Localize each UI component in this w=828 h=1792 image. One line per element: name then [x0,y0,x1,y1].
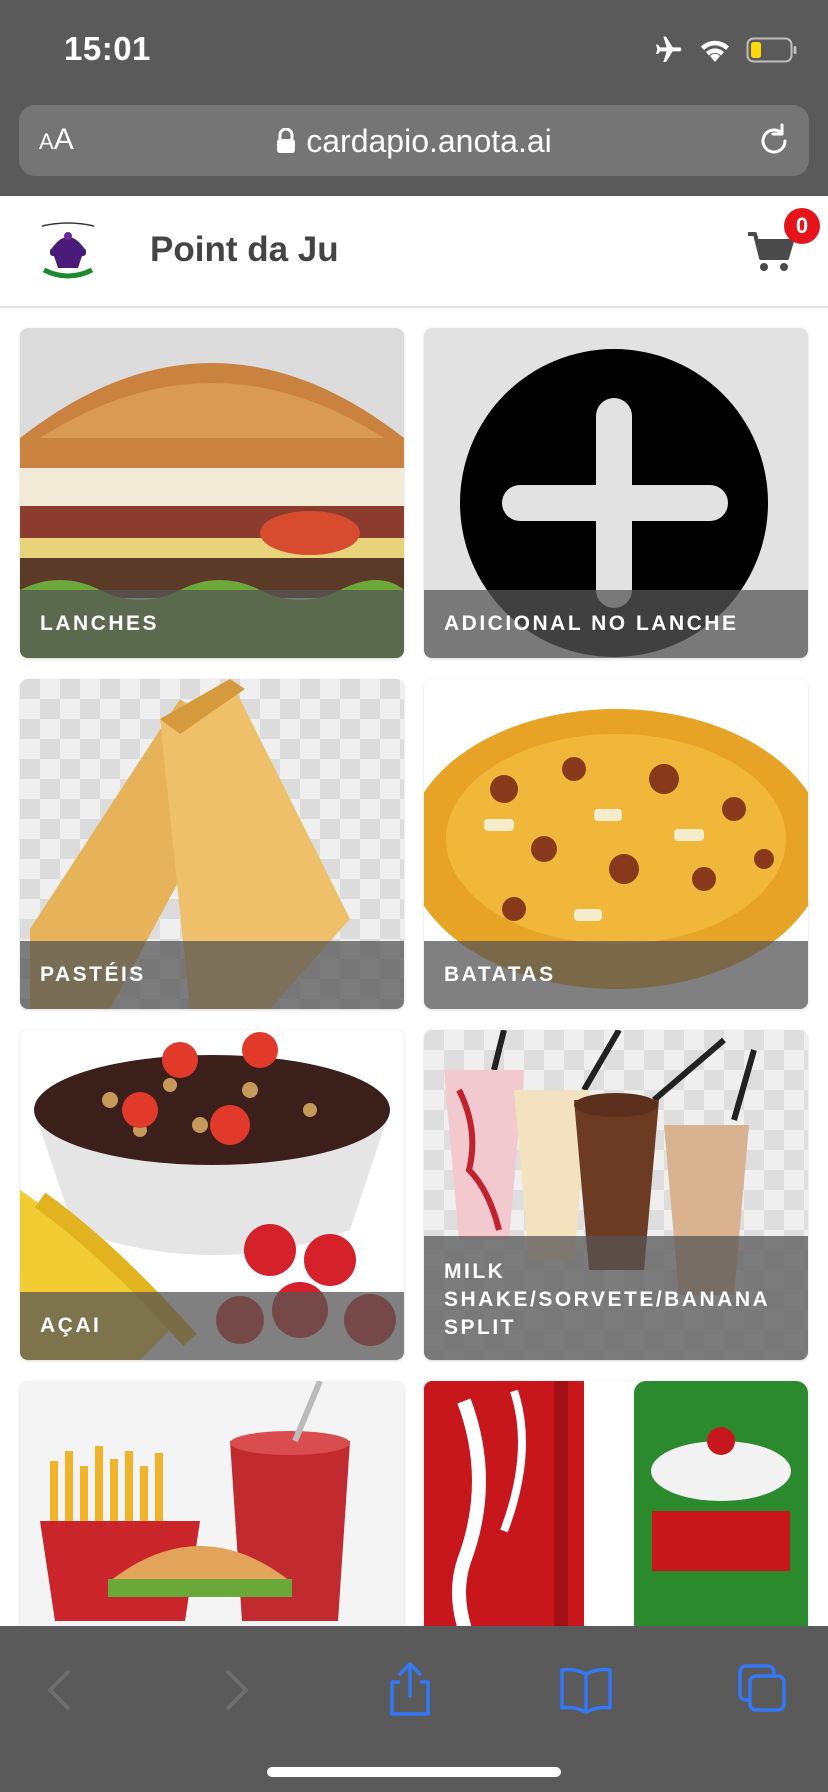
tabs-button[interactable] [732,1660,792,1720]
store-logo[interactable] [38,220,98,282]
store-title: Point da Ju [150,230,339,269]
battery-icon [746,37,797,63]
soda-cans-image [424,1381,808,1626]
bookmarks-icon [560,1667,612,1714]
back-button[interactable] [30,1660,90,1720]
combo-image [20,1381,404,1626]
category-label: BATATAS [424,941,808,1009]
category-card-lanches[interactable]: LANCHES [20,328,404,658]
share-button[interactable] [380,1660,440,1720]
status-time: 15:01 [64,30,151,67]
reload-button[interactable] [755,121,793,164]
cart-count-badge: 0 [784,208,820,244]
status-icons [652,34,798,66]
url-text: cardapio.anota.ai [306,123,552,159]
airplane-icon [656,36,682,62]
forward-icon [226,1670,248,1710]
category-card-pasteis[interactable]: PASTÉIS [20,679,404,1009]
category-card-batatas[interactable]: BATATAS [424,679,808,1009]
status-bar: 15:01 [0,0,828,100]
category-label: MILK SHAKE/SORVETE/BANANA SPLIT [424,1236,808,1360]
category-label: LANCHES [20,590,404,658]
category-card-bebidas[interactable] [424,1381,808,1626]
app-header: Point da Ju 0 [0,196,828,308]
category-label: AÇAI [20,1292,404,1360]
category-grid: LANCHES ADICIONAL NO LANCHE PASTÉIS BATA… [0,306,828,1626]
home-indicator [267,1767,561,1777]
category-card-combo[interactable] [20,1381,404,1626]
back-icon [48,1670,70,1710]
browser-address-area: AA cardapio.anota.ai [0,100,828,196]
tabs-icon [738,1664,786,1712]
category-card-acai[interactable]: AÇAI [20,1030,404,1360]
reload-icon [761,123,787,154]
category-card-milkshake[interactable]: MILK SHAKE/SORVETE/BANANA SPLIT [424,1030,808,1360]
category-label: PASTÉIS [20,941,404,1009]
category-card-adicional[interactable]: ADICIONAL NO LANCHE [424,328,808,658]
forward-button[interactable] [206,1660,266,1720]
share-icon [390,1662,430,1716]
url-display[interactable]: cardapio.anota.ai [19,123,809,162]
category-label: ADICIONAL NO LANCHE [424,590,808,658]
wifi-icon [701,40,729,62]
lock-icon [276,125,296,162]
address-bar[interactable]: AA cardapio.anota.ai [19,105,809,176]
bookmarks-button[interactable] [556,1660,616,1720]
